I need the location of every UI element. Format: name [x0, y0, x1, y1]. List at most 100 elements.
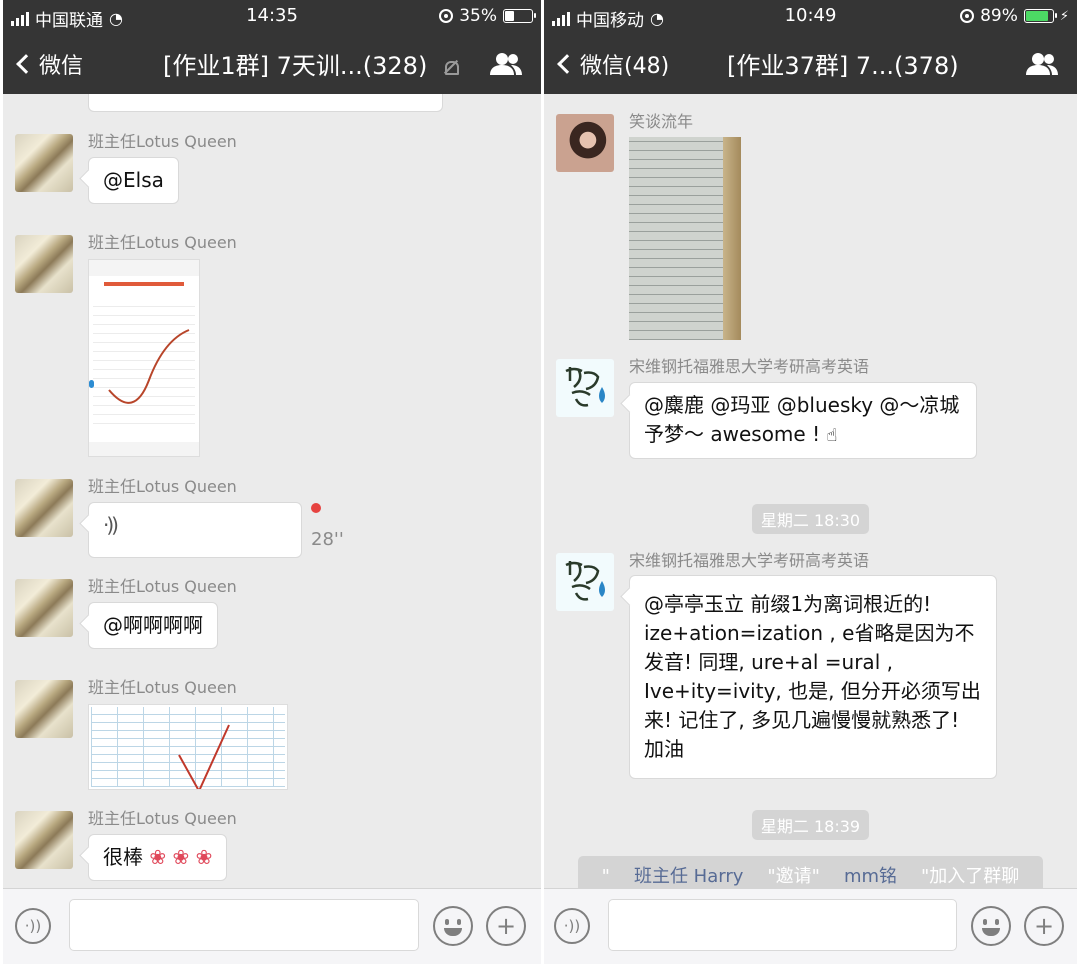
- back-label: 微信: [39, 54, 84, 79]
- voice-input-button[interactable]: ·)): [554, 908, 590, 944]
- sender-name: 笑谈流年: [629, 112, 694, 131]
- sender-name: 宋维钢托福雅思大学考研高考英语: [629, 551, 870, 570]
- time-separator: 星期二 18:39: [544, 810, 1077, 840]
- calligraphy-logo: [565, 367, 605, 407]
- mute-icon: [443, 59, 459, 75]
- voice-icon: ·)): [103, 513, 119, 537]
- input-bar: ·)) +: [544, 888, 1077, 964]
- sender-name: 班主任Lotus Queen: [88, 577, 237, 596]
- charging-icon: ⚡: [1059, 8, 1069, 24]
- image-title-stripe: [104, 282, 184, 286]
- status-bar: 中国联通 ◔ 14:35 35%: [3, 0, 541, 34]
- time-separator-text: 星期二 18:30: [751, 504, 870, 534]
- inviter-link[interactable]: 班主任 Harry: [621, 859, 756, 888]
- right-chat-screen: 中国移动 ◔ 10:49 89% ⚡ 微信(48) [作业37群] 7...(3…: [544, 0, 1077, 964]
- voice-icon: ·)): [563, 917, 581, 935]
- nav-bar: 微信 [作业1群] 7天训...(328): [3, 34, 541, 94]
- message-bubble[interactable]: @亭亭玉立 前缀1为离词根近的! ize+ation=ization , e省略…: [629, 575, 997, 779]
- emoji-button[interactable]: [971, 906, 1011, 946]
- input-bar: ·)) +: [3, 888, 541, 964]
- image-message[interactable]: [88, 704, 288, 790]
- avatar[interactable]: [15, 680, 73, 738]
- message-list[interactable]: 笑谈流年 宋维钢托福雅思大学考研高考英语 @麋鹿 @玛亚 @bluesky @～…: [544, 94, 1077, 888]
- message-text: @啊啊啊啊: [103, 613, 203, 637]
- avatar[interactable]: [15, 811, 73, 869]
- plus-icon: +: [1033, 912, 1055, 940]
- image-header-bar: [89, 260, 199, 276]
- plus-icon: +: [495, 912, 517, 940]
- avatar[interactable]: [556, 114, 614, 172]
- image-footer-bar: [89, 442, 199, 456]
- battery-icon: [503, 9, 536, 23]
- system-quote: ": [589, 863, 622, 888]
- chat-title-text: [作业37群] 7...(378): [727, 52, 959, 80]
- partial-message-bubble: [88, 94, 443, 112]
- group-icon[interactable]: [1025, 52, 1059, 76]
- message-input[interactable]: [69, 899, 419, 951]
- battery-percent: 89%: [980, 6, 1018, 26]
- notebook-edge: [723, 137, 741, 340]
- message-bubble[interactable]: @啊啊啊啊: [88, 602, 218, 649]
- battery-group: 89% ⚡: [960, 6, 1069, 26]
- emoji-button[interactable]: [433, 906, 473, 946]
- time-separator: 星期二 18:30: [544, 504, 1077, 534]
- sender-name: 班主任Lotus Queen: [88, 678, 237, 697]
- avatar[interactable]: [15, 479, 73, 537]
- left-chat-screen: 中国联通 ◔ 14:35 35% 微信 [作业1群] 7天训...(328) 班…: [3, 0, 541, 964]
- battery-icon: [1023, 9, 1057, 23]
- time-separator-text: 星期二 18:39: [751, 810, 870, 840]
- calligraphy-logo: [565, 561, 605, 601]
- chat-title-text: [作业1群] 7天训...(328): [163, 52, 428, 80]
- image-marker: [89, 380, 94, 388]
- invitee-link[interactable]: mm铭: [831, 859, 910, 888]
- battery-percent: 35%: [459, 6, 497, 26]
- system-message-text: " 班主任 Harry "邀请" mm铭 "加入了群聊: [577, 856, 1044, 888]
- back-button[interactable]: 微信(48): [554, 48, 669, 80]
- voice-input-button[interactable]: ·)): [15, 908, 51, 944]
- nav-bar: 微信(48) [作业37群] 7...(378): [544, 34, 1077, 94]
- system-suffix: "加入了群聊: [909, 859, 1032, 888]
- voice-message-bubble[interactable]: ·)): [88, 502, 302, 558]
- rose-emoji-icon: ❀: [195, 845, 213, 869]
- avatar[interactable]: [556, 553, 614, 611]
- avatar[interactable]: [556, 359, 614, 417]
- message-bubble[interactable]: @Elsa: [88, 157, 179, 204]
- avatar[interactable]: [15, 579, 73, 637]
- back-chevron-icon: [557, 54, 577, 74]
- message-text: 很棒: [103, 845, 143, 869]
- more-button[interactable]: +: [1024, 906, 1064, 946]
- orientation-lock-icon: [439, 9, 454, 23]
- avatar[interactable]: [15, 134, 73, 192]
- group-icon[interactable]: [489, 52, 523, 76]
- message-text: @亭亭玉立 前缀1为离词根近的! ize+ation=ization , e省略…: [644, 592, 981, 761]
- message-input[interactable]: [608, 899, 957, 951]
- rose-emoji-icon: ❀: [172, 845, 190, 869]
- message-list[interactable]: 班主任Lotus Queen @Elsa 班主任Lotus Queen 班主任L…: [3, 94, 541, 888]
- system-message: " 班主任 Harry "邀请" mm铭 "加入了群聊: [544, 856, 1077, 888]
- image-message[interactable]: [88, 259, 200, 457]
- back-label: 微信(48): [580, 54, 670, 79]
- sender-name: 班主任Lotus Queen: [88, 233, 237, 252]
- message-text: @Elsa: [103, 168, 164, 192]
- message-bubble[interactable]: @麋鹿 @玛亚 @bluesky @～凉城予梦～ awesome ! ☝: [629, 382, 977, 459]
- back-chevron-icon: [16, 54, 36, 74]
- system-invite-text: "邀请": [755, 859, 832, 888]
- sender-name: 宋维钢托福雅思大学考研高考英语: [629, 357, 870, 376]
- more-button[interactable]: +: [486, 906, 526, 946]
- image-message[interactable]: [629, 137, 741, 340]
- battery-group: 35%: [439, 6, 536, 26]
- back-button[interactable]: 微信: [13, 48, 83, 80]
- red-check-mark: [178, 724, 230, 789]
- sender-name: 班主任Lotus Queen: [88, 477, 237, 496]
- voice-icon: ·)): [24, 917, 42, 935]
- orientation-lock-icon: [960, 9, 975, 23]
- message-bubble[interactable]: 很棒 ❀ ❀ ❀: [88, 834, 228, 881]
- avatar[interactable]: [15, 235, 73, 293]
- message-text: @麋鹿 @玛亚 @bluesky @～凉城予梦～ awesome !: [644, 393, 960, 446]
- chat-title: [作业1群] 7天训...(328): [163, 46, 459, 81]
- thumbs-up-emoji-icon: ☝: [826, 425, 838, 446]
- chat-title: [作业37群] 7...(378): [727, 46, 959, 81]
- red-check-mark: [108, 329, 190, 404]
- sender-name: 班主任Lotus Queen: [88, 809, 237, 828]
- unread-dot: [311, 503, 321, 513]
